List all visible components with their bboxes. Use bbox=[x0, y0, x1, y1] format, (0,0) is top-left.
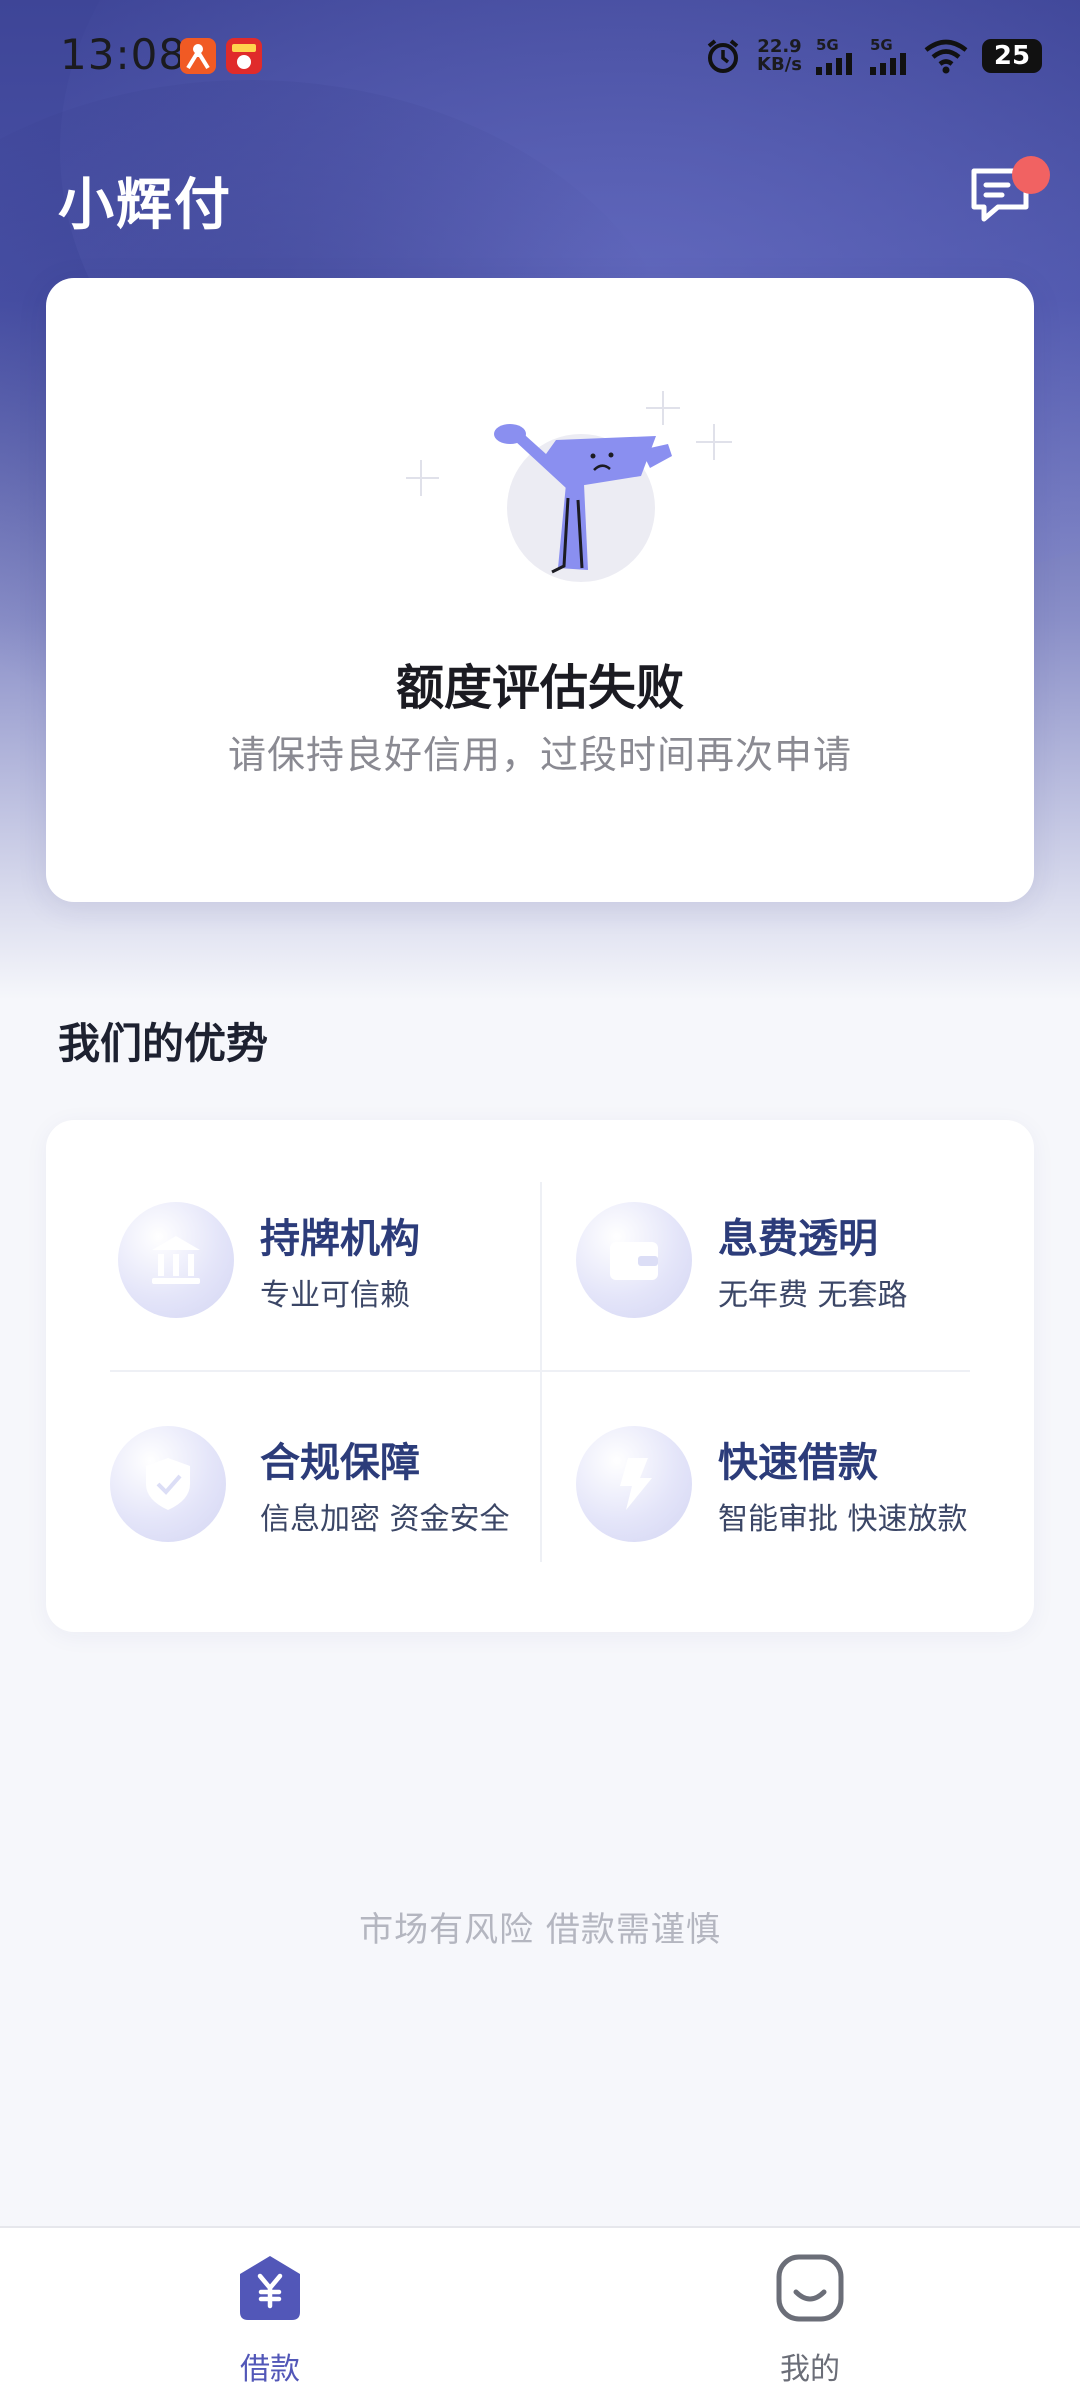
sim2-label: 5G bbox=[870, 35, 893, 54]
result-title: 额度评估失败 bbox=[395, 660, 684, 716]
status-indicators: 22.9 KB/s 5G 5G 25 bbox=[703, 34, 1042, 78]
advantage-title: 持牌机构 bbox=[260, 1216, 420, 1262]
advantages-section-title: 我们的优势 bbox=[58, 1019, 269, 1068]
advantage-subtitle: 信息加密 资金安全 bbox=[260, 1502, 510, 1537]
advantages-card: 持牌机构 专业可信赖 息费透明 无年费 无套路 合规保障 信息加密 资金安全 快… bbox=[46, 1120, 1034, 1632]
bank-icon bbox=[118, 1202, 234, 1318]
yuan-home-icon bbox=[240, 2256, 300, 2320]
shield-icon bbox=[110, 1426, 226, 1542]
nav-item-mine[interactable]: 我的 bbox=[710, 2252, 910, 2392]
status-bar: 13:08 22.9 KB/s 5G 5G 25 bbox=[0, 0, 1080, 110]
signal-bars-icon bbox=[870, 52, 906, 75]
result-subtitle: 请保持良好信用，过段时间再次申请 bbox=[227, 733, 852, 777]
message-unread-badge bbox=[1012, 156, 1050, 194]
divider bbox=[110, 1370, 970, 1372]
advantage-subtitle: 无年费 无套路 bbox=[718, 1278, 908, 1313]
failure-illustration bbox=[406, 391, 732, 582]
advantage-title: 合规保障 bbox=[260, 1440, 420, 1486]
app-title: 小辉付 bbox=[58, 173, 232, 238]
signal-bars-icon bbox=[816, 52, 852, 75]
result-card: 额度评估失败 请保持良好信用，过段时间再次申请 bbox=[46, 278, 1034, 902]
alarm-icon bbox=[707, 39, 739, 73]
wifi-icon bbox=[924, 39, 968, 74]
nav-item-loan[interactable]: 借款 bbox=[170, 2252, 370, 2392]
notification-app-icon bbox=[180, 38, 216, 74]
nav-label-loan: 借款 bbox=[240, 2352, 300, 2387]
network-speed: 22.9 KB/s bbox=[757, 38, 802, 74]
wallet-icon bbox=[576, 1202, 692, 1318]
nav-label-mine: 我的 bbox=[780, 2352, 840, 2387]
sim1-label: 5G bbox=[816, 35, 839, 54]
smile-face-icon bbox=[776, 2254, 844, 2322]
advantage-title: 快速借款 bbox=[718, 1440, 878, 1486]
lightning-icon bbox=[576, 1426, 692, 1542]
battery-indicator: 25 bbox=[982, 39, 1042, 73]
bottom-nav: 借款 我的 bbox=[0, 2226, 1080, 2402]
network-speed-unit: KB/s bbox=[757, 54, 802, 75]
advantage-title: 息费透明 bbox=[718, 1216, 878, 1262]
risk-disclaimer: 市场有风险 借款需谨慎 bbox=[359, 1910, 721, 1950]
notification-app-icon bbox=[226, 38, 262, 74]
signal-sim1: 5G bbox=[816, 35, 856, 75]
advantage-subtitle: 智能审批 快速放款 bbox=[718, 1502, 968, 1537]
status-time: 13:08 bbox=[60, 30, 187, 79]
signal-sim2: 5G bbox=[870, 35, 910, 75]
divider bbox=[540, 1182, 542, 1562]
advantage-subtitle: 专业可信赖 bbox=[260, 1278, 410, 1313]
